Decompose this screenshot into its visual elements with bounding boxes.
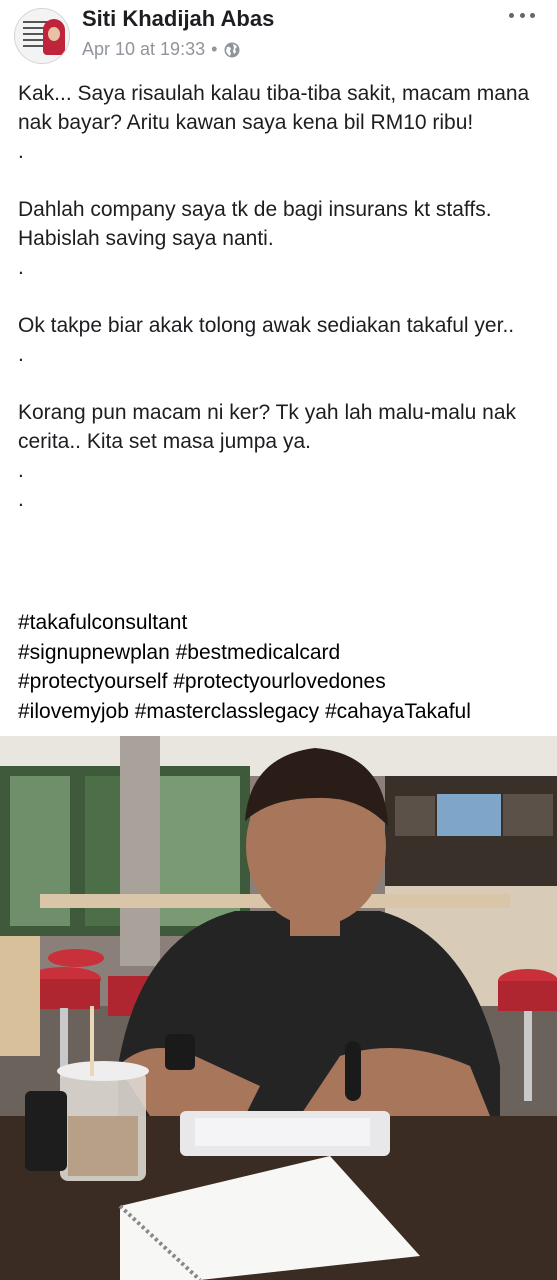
- post-dot: .: [18, 459, 24, 482]
- post-dot: .: [18, 488, 24, 511]
- hashtag-line[interactable]: #signupnewplan #bestmedicalcard: [18, 638, 548, 668]
- post-paragraph: Kak... Saya risaulah kalau tiba-tiba sak…: [18, 82, 530, 134]
- hashtag-block: #takafulconsultant #signupnewplan #bestm…: [18, 608, 548, 726]
- photo-illustration: [0, 736, 557, 1280]
- post-dot: .: [18, 256, 24, 279]
- post-paragraph: Dahlah company saya tk de bagi insurans …: [18, 198, 492, 250]
- post-dot: .: [18, 343, 24, 366]
- post-body: Kak... Saya risaulah kalau tiba-tiba sak…: [18, 79, 543, 514]
- post-timestamp[interactable]: Apr 10 at 19:33: [82, 39, 205, 60]
- globe-icon: [224, 42, 240, 57]
- post-header: Siti Khadijah Abas Apr 10 at 19:33 •: [0, 0, 557, 70]
- post-dot: .: [18, 140, 24, 163]
- author-avatar[interactable]: [14, 8, 70, 64]
- post-paragraph: Korang pun macam ni ker? Tk yah lah malu…: [18, 401, 517, 453]
- author-name[interactable]: Siti Khadijah Abas: [82, 6, 274, 32]
- hashtag-line[interactable]: #takafulconsultant: [18, 608, 548, 638]
- more-options-icon[interactable]: [509, 4, 535, 26]
- hashtag-line[interactable]: #protectyourself #protectyourlovedones: [18, 667, 548, 697]
- post-meta: Apr 10 at 19:33 •: [82, 39, 241, 60]
- post-paragraph: Ok takpe biar akak tolong awak sediakan …: [18, 314, 515, 337]
- post-photo[interactable]: [0, 736, 557, 1280]
- hashtag-line[interactable]: #ilovemyjob #masterclasslegacy #cahayaTa…: [18, 697, 548, 727]
- meta-separator: •: [211, 39, 218, 59]
